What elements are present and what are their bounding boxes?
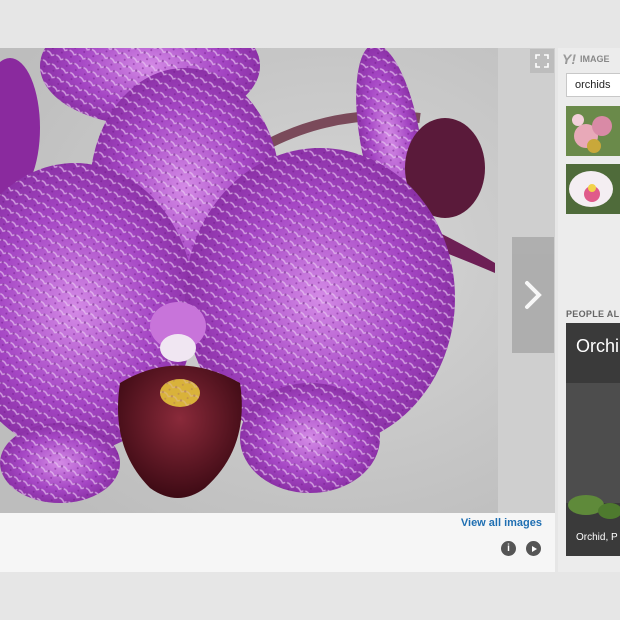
orchid-thumbnail <box>566 164 620 214</box>
thumbnail-image[interactable] <box>566 106 620 156</box>
related-card-image <box>566 323 620 556</box>
info-icon: i <box>507 543 510 554</box>
brand-label: IMAGE <box>580 54 610 64</box>
expand-icon <box>535 54 549 68</box>
yahoo-logo-icon: Y! <box>562 51 576 67</box>
orchid-thumbnail <box>566 106 620 156</box>
expand-button[interactable] <box>530 49 554 73</box>
thumbnail-image[interactable] <box>566 164 620 214</box>
chevron-right-icon <box>525 281 542 309</box>
info-button[interactable]: i <box>501 541 516 556</box>
yahoo-images-brand[interactable]: Y! IMAGE <box>562 51 610 67</box>
related-heading: PEOPLE AL <box>566 309 620 319</box>
orchid-photo <box>0 48 555 513</box>
related-card-title: Orchi <box>576 336 620 356</box>
search-input[interactable]: orchids <box>566 73 620 97</box>
play-icon <box>531 545 537 552</box>
viewer-footer: View all images i <box>0 513 555 572</box>
next-image-button[interactable] <box>512 237 554 353</box>
view-all-images-link[interactable]: View all images <box>461 517 542 529</box>
main-image[interactable] <box>0 48 555 513</box>
related-card[interactable]: Orchi Orchid, P <box>566 323 620 556</box>
play-button[interactable] <box>526 541 541 556</box>
related-card-caption: Orchid, P <box>576 532 618 543</box>
